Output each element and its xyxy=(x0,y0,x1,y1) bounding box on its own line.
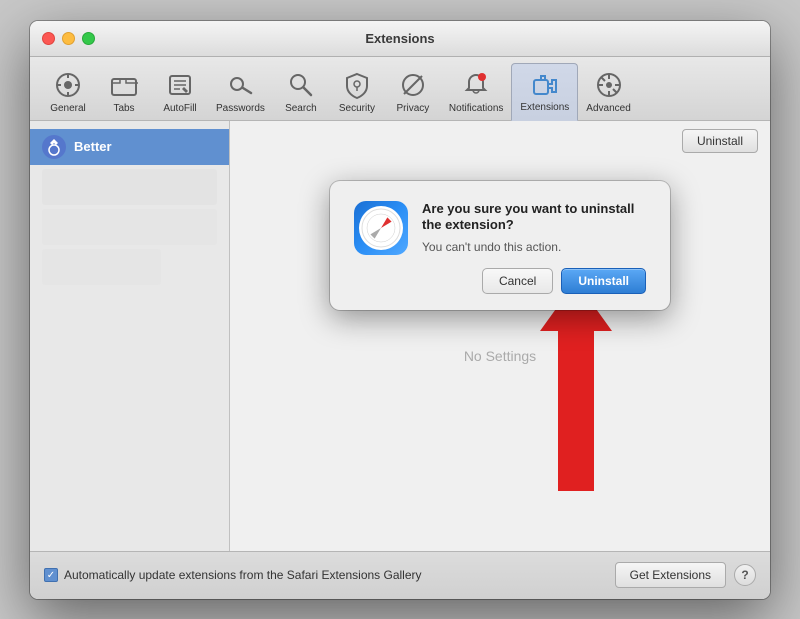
privacy-label: Privacy xyxy=(397,103,430,114)
passwords-icon xyxy=(224,69,256,101)
uninstall-button-area: Uninstall xyxy=(682,129,758,153)
toolbar-item-general[interactable]: General xyxy=(40,65,96,120)
minimize-button[interactable] xyxy=(62,32,75,45)
bottom-bar: ✓ Automatically update extensions from t… xyxy=(30,551,770,599)
uninstall-button[interactable]: Uninstall xyxy=(682,129,758,153)
toolbar-item-security[interactable]: Security xyxy=(329,65,385,120)
toolbar-item-search[interactable]: Search xyxy=(273,65,329,120)
toolbar-item-notifications[interactable]: Notifications xyxy=(441,65,511,120)
advanced-label: Advanced xyxy=(586,103,630,114)
notifications-icon xyxy=(460,69,492,101)
arrow-shaft xyxy=(558,331,594,491)
better-label: Better xyxy=(74,139,112,154)
modal-body: Are you sure you want to uninstall the e… xyxy=(422,201,646,295)
toolbar-item-privacy[interactable]: Privacy xyxy=(385,65,441,120)
autofill-label: AutoFill xyxy=(163,103,196,114)
get-extensions-button[interactable]: Get Extensions xyxy=(615,562,726,588)
extensions-icon xyxy=(529,68,561,100)
main-content-wrapper: kes Uninstall No Settings xyxy=(230,121,770,551)
modal-uninstall-button[interactable]: Uninstall xyxy=(561,268,646,294)
sidebar-item-better[interactable]: Better xyxy=(30,129,229,165)
search-label: Search xyxy=(285,103,317,114)
compass xyxy=(359,206,403,250)
auto-update-checkbox[interactable]: ✓ xyxy=(44,568,58,582)
toolbar-item-advanced[interactable]: Advanced xyxy=(578,65,638,120)
security-icon xyxy=(341,69,373,101)
better-icon xyxy=(42,135,66,159)
cancel-button[interactable]: Cancel xyxy=(482,268,553,294)
toolbar-item-passwords[interactable]: Passwords xyxy=(208,65,273,120)
general-label: General xyxy=(50,103,86,114)
autofill-icon xyxy=(164,69,196,101)
tabs-label: Tabs xyxy=(113,103,134,114)
content-area: Better kes Uninstall No Settings xyxy=(30,121,770,551)
search-icon xyxy=(285,69,317,101)
toolbar: General Tabs AutoFill xyxy=(30,57,770,121)
traffic-lights xyxy=(42,32,95,45)
sidebar: Better xyxy=(30,121,230,551)
main-window: Extensions General xyxy=(30,21,770,599)
extensions-label: Extensions xyxy=(520,102,569,113)
no-settings-label: No Settings xyxy=(464,348,536,364)
help-button[interactable]: ? xyxy=(734,564,756,586)
maximize-button[interactable] xyxy=(82,32,95,45)
advanced-icon xyxy=(593,69,625,101)
modal-title: Are you sure you want to uninstall the e… xyxy=(422,201,646,235)
modal-buttons: Cancel Uninstall xyxy=(422,268,646,294)
toolbar-item-extensions[interactable]: Extensions xyxy=(511,63,578,121)
titlebar: Extensions xyxy=(30,21,770,57)
close-button[interactable] xyxy=(42,32,55,45)
safari-icon-area xyxy=(354,201,408,295)
confirm-dialog: Are you sure you want to uninstall the e… xyxy=(330,181,670,311)
passwords-label: Passwords xyxy=(216,103,265,114)
security-label: Security xyxy=(339,103,375,114)
window-title: Extensions xyxy=(365,31,434,46)
auto-update-label: Automatically update extensions from the… xyxy=(64,568,422,582)
sidebar-placeholder-3 xyxy=(42,249,161,285)
tabs-icon xyxy=(108,69,140,101)
sidebar-placeholder-1 xyxy=(42,169,217,205)
sidebar-placeholder-2 xyxy=(42,209,217,245)
notifications-label: Notifications xyxy=(449,103,503,114)
toolbar-item-tabs[interactable]: Tabs xyxy=(96,65,152,120)
modal-message: You can't undo this action. xyxy=(422,240,646,254)
privacy-icon xyxy=(397,69,429,101)
annotation-arrow xyxy=(540,281,612,491)
toolbar-item-autofill[interactable]: AutoFill xyxy=(152,65,208,120)
general-icon xyxy=(52,69,84,101)
safari-icon xyxy=(354,201,408,255)
checkbox-area: ✓ Automatically update extensions from t… xyxy=(44,568,607,582)
